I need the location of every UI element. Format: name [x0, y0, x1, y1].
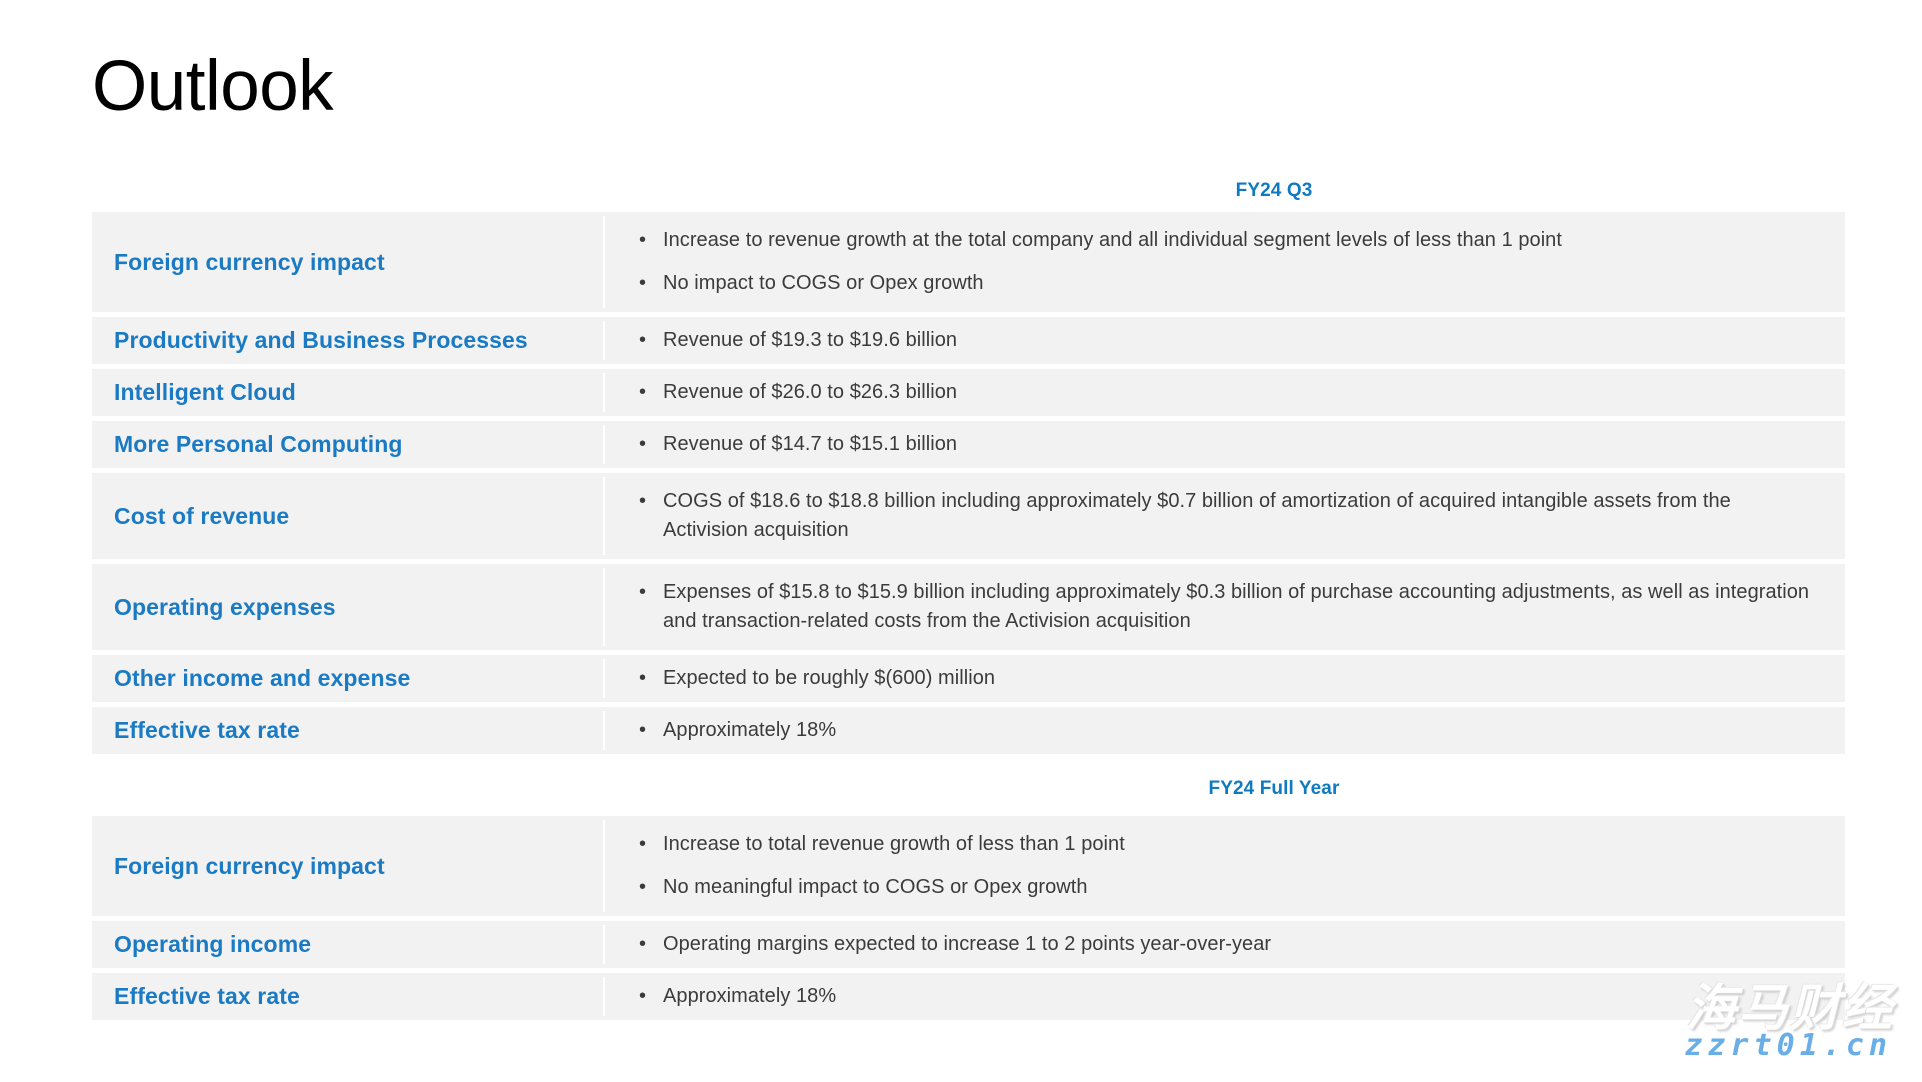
bullet-text: Expected to be roughly $(600) million — [663, 667, 996, 689]
bullet-text: Revenue of $14.7 to $15.1 billion — [663, 433, 958, 455]
row-content-cell: • Revenue of $26.0 to $26.3 billion — [605, 369, 1845, 416]
row-label: Foreign currency impact — [114, 852, 385, 879]
row-label-cell: Foreign currency impact — [92, 212, 605, 312]
bullet-dot-icon: • — [639, 985, 647, 1007]
table-row: Cost of revenue • COGS of $18.6 to $18.8 b… — [92, 473, 1845, 559]
row-label: Effective tax rate — [114, 717, 300, 744]
bullet-text: Approximately 18% — [663, 719, 837, 741]
bullet-dot-icon: • — [639, 433, 647, 455]
row-label: Intelligent Cloud — [114, 379, 296, 406]
row-label-cell: Productivity and Business Processes — [92, 317, 605, 364]
row-label: Cost of revenue — [114, 502, 290, 529]
bullet-item: • Approximately 18% — [639, 982, 1819, 1011]
row-label: More Personal Computing — [114, 431, 403, 458]
row-label: Operating expenses — [114, 593, 336, 620]
row-label-cell: Cost of revenue — [92, 473, 605, 559]
bullet-dot-icon: • — [639, 719, 647, 741]
row-label-cell: Operating income — [92, 921, 605, 968]
bullet-dot-icon: • — [639, 876, 647, 898]
table-row: Operating expenses • Expenses of $15.8 to … — [92, 564, 1845, 650]
bullet-item: • COGS of $18.6 to $18.8 billion includin… — [639, 487, 1819, 545]
bullet-item: • Expenses of $15.8 to $15.9 billion incl… — [639, 578, 1819, 636]
table-row: Operating income • Operating margins expec… — [92, 921, 1845, 968]
row-content-cell: • Approximately 18% — [605, 707, 1845, 754]
bullet-item: • No meaningful impact to COGS or Opex gr… — [639, 873, 1819, 902]
bullet-item: • Expected to be roughly $(600) million — [639, 664, 1819, 693]
page-title: Outlook — [92, 47, 334, 126]
bullet-text: Expenses of $15.8 to $15.9 billion inclu… — [663, 581, 1810, 632]
row-content-cell: • Revenue of $14.7 to $15.1 billion — [605, 421, 1845, 468]
table-row: Effective tax rate • Approximately 18% — [92, 973, 1845, 1020]
bullet-text: Revenue of $19.3 to $19.6 billion — [663, 329, 958, 351]
row-label-cell: Effective tax rate — [92, 973, 605, 1020]
bullet-item: • Increase to revenue growth at the total… — [639, 226, 1819, 255]
outlook-table-fy24-q3: Foreign currency impact • Increase to reve… — [92, 212, 1845, 754]
row-label: Productivity and Business Processes — [114, 327, 528, 354]
table-row: Productivity and Business Processes • Reve… — [92, 317, 1845, 364]
table-row: Foreign currency impact • Increase to tota… — [92, 816, 1845, 916]
bullet-dot-icon: • — [639, 229, 647, 251]
row-label-cell: Intelligent Cloud — [92, 369, 605, 416]
bullet-item: • No impact to COGS or Opex growth — [639, 269, 1819, 298]
bullet-text: Approximately 18% — [663, 985, 837, 1007]
bullet-dot-icon: • — [639, 329, 647, 351]
bullet-dot-icon: • — [639, 490, 647, 512]
row-content-cell: • Approximately 18% — [605, 973, 1845, 1020]
row-content-cell: • Increase to total revenue growth of les… — [605, 816, 1845, 916]
bullet-dot-icon: • — [639, 272, 647, 294]
row-label-cell: Foreign currency impact — [92, 816, 605, 916]
row-label-cell: Operating expenses — [92, 564, 605, 650]
bullet-text: Revenue of $26.0 to $26.3 billion — [663, 381, 958, 403]
bullet-text: COGS of $18.6 to $18.8 billion including… — [663, 490, 1731, 541]
bullet-text: Increase to revenue growth at the total … — [663, 229, 1562, 251]
table-row: Intelligent Cloud • Revenue of $26.0 to $2… — [92, 369, 1845, 416]
row-label: Other income and expense — [114, 665, 411, 692]
slide-root: Outlook FY24 Q3 Foreign currency impact •… — [0, 0, 1922, 1082]
bullet-item: • Increase to total revenue growth of les… — [639, 830, 1819, 859]
bullet-dot-icon: • — [639, 581, 647, 603]
bullet-item: • Revenue of $19.3 to $19.6 billion — [639, 326, 1819, 355]
row-content-cell: • COGS of $18.6 to $18.8 billion includin… — [605, 473, 1845, 559]
row-content-cell: • Expenses of $15.8 to $15.9 billion incl… — [605, 564, 1845, 650]
row-label-cell: Other income and expense — [92, 655, 605, 702]
bullet-text: Increase to total revenue growth of less… — [663, 833, 1125, 855]
bullet-item: • Operating margins expected to increase … — [639, 930, 1819, 959]
section-caption-fy24-q3: FY24 Q3 — [1235, 180, 1313, 201]
table-row: Effective tax rate • Approximately 18% — [92, 707, 1845, 754]
section-caption-fy24-full-year: FY24 Full Year — [1208, 778, 1340, 799]
table-row: Foreign currency impact • Increase to reve… — [92, 212, 1845, 312]
row-content-cell: • Revenue of $19.3 to $19.6 billion — [605, 317, 1845, 364]
row-label-cell: More Personal Computing — [92, 421, 605, 468]
bullet-dot-icon: • — [639, 667, 647, 689]
outlook-table-fy24-full-year: Foreign currency impact • Increase to tota… — [92, 816, 1845, 1020]
bullet-item: • Approximately 18% — [639, 716, 1819, 745]
bullet-dot-icon: • — [639, 833, 647, 855]
watermark-url: zzrt01.cn — [1684, 1028, 1892, 1063]
row-content-cell: • Expected to be roughly $(600) million — [605, 655, 1845, 702]
row-content-cell: • Increase to revenue growth at the total… — [605, 212, 1845, 312]
row-label-cell: Effective tax rate — [92, 707, 605, 754]
row-label: Effective tax rate — [114, 983, 300, 1010]
table-row: More Personal Computing • Revenue of $14.7… — [92, 421, 1845, 468]
bullet-item: • Revenue of $26.0 to $26.3 billion — [639, 378, 1819, 407]
table-row: Other income and expense • Expected to be … — [92, 655, 1845, 702]
row-label: Foreign currency impact — [114, 248, 385, 275]
bullet-text: No impact to COGS or Opex growth — [663, 272, 984, 294]
bullet-text: Operating margins expected to increase 1… — [663, 933, 1272, 955]
bullet-dot-icon: • — [639, 381, 647, 403]
row-label: Operating income — [114, 931, 312, 958]
bullet-item: • Revenue of $14.7 to $15.1 billion — [639, 430, 1819, 459]
bullet-text: No meaningful impact to COGS or Opex gro… — [663, 876, 1088, 898]
row-content-cell: • Operating margins expected to increase … — [605, 921, 1845, 968]
bullet-dot-icon: • — [639, 933, 647, 955]
